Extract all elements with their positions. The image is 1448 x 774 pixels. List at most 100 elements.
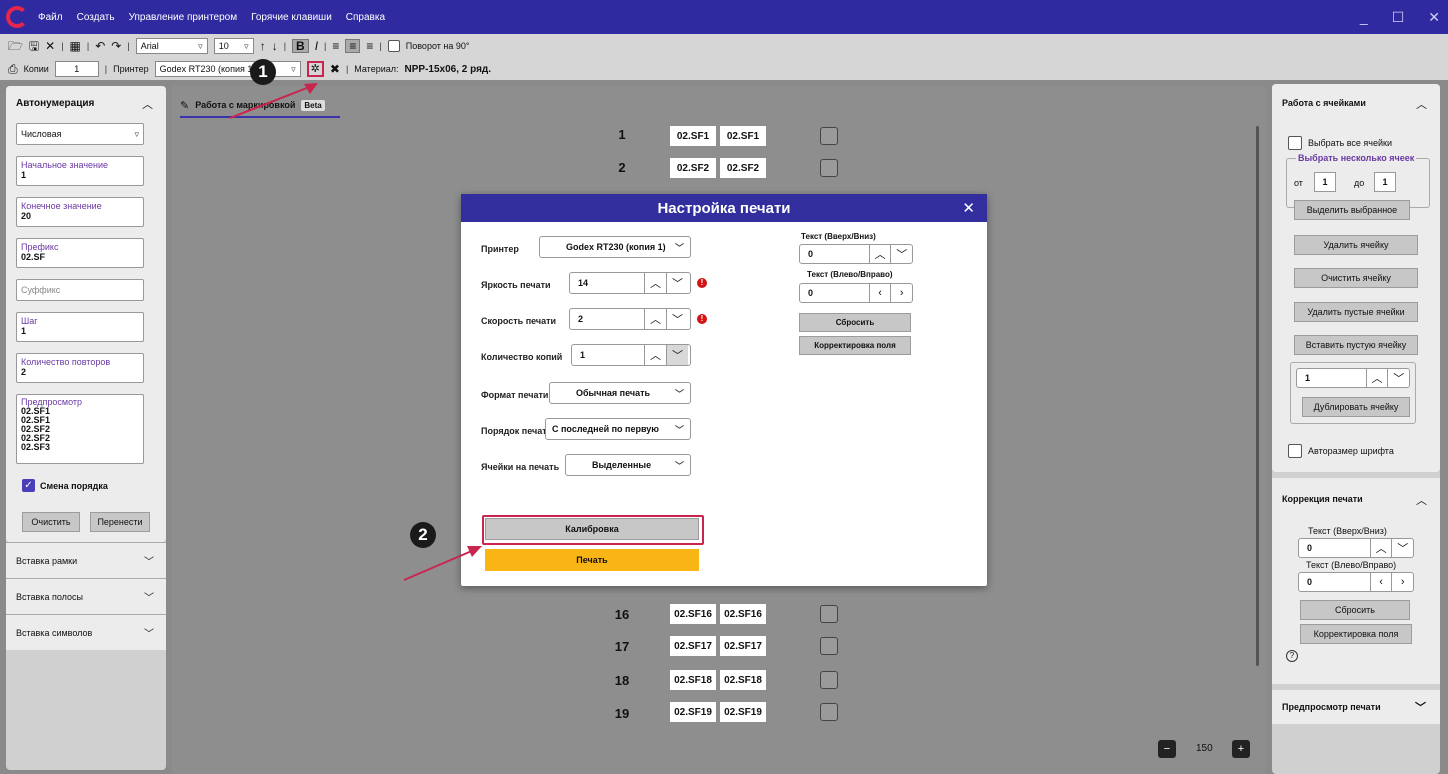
brightness-spinner[interactable]: 14 ︿ ﹀: [569, 272, 691, 294]
zoom-out-icon[interactable]: −: [1158, 740, 1176, 758]
zoom-in-icon[interactable]: +: [1232, 740, 1250, 758]
spin-up-icon[interactable]: ︿: [1365, 369, 1388, 387]
insert-empty-cell-button[interactable]: Вставить пустую ячейку: [1294, 335, 1418, 355]
dialog-text-horizontal-spinner[interactable]: 0 ‹ ›: [799, 283, 913, 303]
select-chosen-button[interactable]: Выделить выбранное: [1294, 200, 1410, 220]
spin-up-icon[interactable]: ︿: [644, 273, 666, 293]
step-field[interactable]: Шаг 1: [16, 312, 144, 342]
label-cell[interactable]: 02.SF16: [670, 604, 716, 624]
font-select[interactable]: Arial ▿: [135, 38, 208, 54]
info-icon[interactable]: !: [697, 278, 707, 288]
row-checkbox[interactable]: [820, 127, 838, 145]
insert-frame-accordion[interactable]: Вставка рамки ﹀: [6, 542, 166, 578]
settings-gear-icon[interactable]: ✲: [306, 61, 324, 77]
minimize-icon[interactable]: _: [1360, 9, 1368, 25]
reset-button[interactable]: Сбросить: [1300, 600, 1410, 620]
spin-down-icon[interactable]: ﹀: [666, 273, 688, 293]
print-button[interactable]: Печать: [485, 549, 699, 571]
spin-down-icon[interactable]: ﹀: [666, 345, 688, 365]
info-icon[interactable]: !: [697, 314, 707, 324]
label-cell[interactable]: 02.SF18: [720, 670, 766, 690]
spin-down-icon[interactable]: ﹀: [666, 309, 688, 329]
prefix-field[interactable]: Префикс 02.SF: [16, 238, 144, 268]
spin-down-icon[interactable]: ﹀: [1391, 539, 1413, 557]
save-icon[interactable]: 🖫: [29, 40, 39, 52]
printer-icon[interactable]: ⎙: [8, 63, 18, 75]
font-size-select[interactable]: 10 ▿: [213, 38, 254, 54]
label-cell[interactable]: 02.SF19: [670, 702, 716, 722]
chevron-up-icon[interactable]: ︿: [1416, 492, 1427, 508]
insert-strip-accordion[interactable]: Вставка полосы ﹀: [6, 578, 166, 614]
to-input[interactable]: 1: [1374, 172, 1396, 192]
label-cell[interactable]: 02.SF1: [720, 126, 766, 146]
bold-button[interactable]: B: [292, 39, 309, 53]
copies-input[interactable]: 1: [54, 61, 99, 77]
label-cell[interactable]: 02.SF19: [720, 702, 766, 722]
suffix-field[interactable]: Суффикс: [16, 279, 144, 301]
spin-up-icon[interactable]: ︿: [644, 345, 666, 365]
tab-marking[interactable]: ✎ Работа с маркировкой Beta: [180, 94, 340, 118]
delete-icon[interactable]: ✕: [45, 40, 55, 52]
open-folder-icon[interactable]: 🗁: [8, 40, 23, 52]
print-format-select[interactable]: Обычная печать ﹀: [549, 382, 691, 404]
dialog-printer-select[interactable]: Godex RT230 (копия 1) ﹀: [539, 236, 691, 258]
transfer-button[interactable]: Перенести: [90, 512, 150, 532]
align-center-icon[interactable]: ≡: [345, 39, 361, 53]
clear-cell-button[interactable]: Очистить ячейку: [1294, 268, 1418, 288]
order-checkbox-checked-icon[interactable]: ✓: [22, 479, 35, 492]
numbering-type-select[interactable]: Числовая ▿: [16, 123, 144, 145]
arrow-left-icon[interactable]: ‹: [868, 284, 891, 302]
print-order-select[interactable]: С последней по первую ﹀: [545, 418, 691, 440]
tools-icon[interactable]: ✖: [330, 63, 340, 75]
duplicate-count-spinner[interactable]: 1 ︿ ﹀: [1296, 368, 1410, 388]
chevron-up-icon[interactable]: ︿: [1416, 96, 1427, 112]
label-cell[interactable]: 02.SF2: [670, 158, 716, 178]
chevron-up-icon[interactable]: ︿: [142, 96, 153, 112]
spin-down-icon[interactable]: ﹀: [1387, 369, 1409, 387]
arrow-left-icon[interactable]: ‹: [1369, 573, 1392, 591]
italic-button[interactable]: I: [315, 40, 318, 52]
delete-cell-button[interactable]: Удалить ячейку: [1294, 235, 1418, 255]
menu-file[interactable]: Файл: [38, 12, 63, 23]
field-correction-button[interactable]: Корректировка поля: [1300, 624, 1412, 644]
close-window-icon[interactable]: ✕: [1428, 9, 1440, 26]
end-value-field[interactable]: Конечное значение 20: [16, 197, 144, 227]
speed-spinner[interactable]: 2 ︿ ﹀: [569, 308, 691, 330]
label-cell[interactable]: 02.SF1: [670, 126, 716, 146]
spin-up-icon[interactable]: ︿: [868, 245, 891, 263]
spin-up-icon[interactable]: ︿: [644, 309, 666, 329]
row-checkbox[interactable]: [820, 605, 838, 623]
align-right-icon[interactable]: ≡: [366, 40, 373, 52]
from-input[interactable]: 1: [1314, 172, 1336, 192]
arrow-up-icon[interactable]: ↑: [260, 40, 266, 52]
printer-select[interactable]: Godex RT230 (копия 1) ▿: [154, 61, 301, 77]
clear-button[interactable]: Очистить: [22, 512, 80, 532]
label-cell[interactable]: 02.SF18: [670, 670, 716, 690]
text-vertical-spinner[interactable]: 0 ︿ ﹀: [1298, 538, 1414, 558]
redo-icon[interactable]: ↷: [111, 40, 121, 52]
duplicate-cell-button[interactable]: Дублировать ячейку: [1302, 397, 1410, 417]
row-checkbox[interactable]: [820, 159, 838, 177]
row-checkbox[interactable]: [820, 703, 838, 721]
select-all-checkbox[interactable]: [1288, 136, 1302, 150]
label-cell[interactable]: 02.SF2: [720, 158, 766, 178]
vertical-scrollbar[interactable]: [1256, 126, 1259, 666]
label-cell[interactable]: 02.SF17: [670, 636, 716, 656]
print-cells-select[interactable]: Выделенные ﹀: [565, 454, 691, 476]
align-left-icon[interactable]: ≡: [332, 40, 339, 52]
arrow-right-icon[interactable]: ›: [1391, 573, 1413, 591]
spin-down-icon[interactable]: ﹀: [890, 245, 912, 263]
dialog-reset-button[interactable]: Сбросить: [799, 313, 911, 332]
autosize-font-checkbox[interactable]: [1288, 444, 1302, 458]
rotate-checkbox[interactable]: [387, 40, 400, 52]
row-checkbox[interactable]: [820, 671, 838, 689]
preview-box[interactable]: Предпросмотр 02.SF1 02.SF1 02.SF2 02.SF2…: [16, 394, 144, 464]
help-icon[interactable]: ?: [1286, 650, 1298, 662]
repeat-count-field[interactable]: Количество повторов 2: [16, 353, 144, 383]
menu-hotkeys[interactable]: Горячие клавиши: [251, 12, 332, 23]
close-icon[interactable]: ✕: [962, 199, 975, 217]
dialog-text-vertical-spinner[interactable]: 0 ︿ ﹀: [799, 244, 913, 264]
grid-icon[interactable]: ▦: [70, 40, 81, 52]
menu-create[interactable]: Создать: [77, 12, 115, 23]
print-preview-accordion[interactable]: Предпросмотр печати ﹀: [1272, 690, 1440, 724]
